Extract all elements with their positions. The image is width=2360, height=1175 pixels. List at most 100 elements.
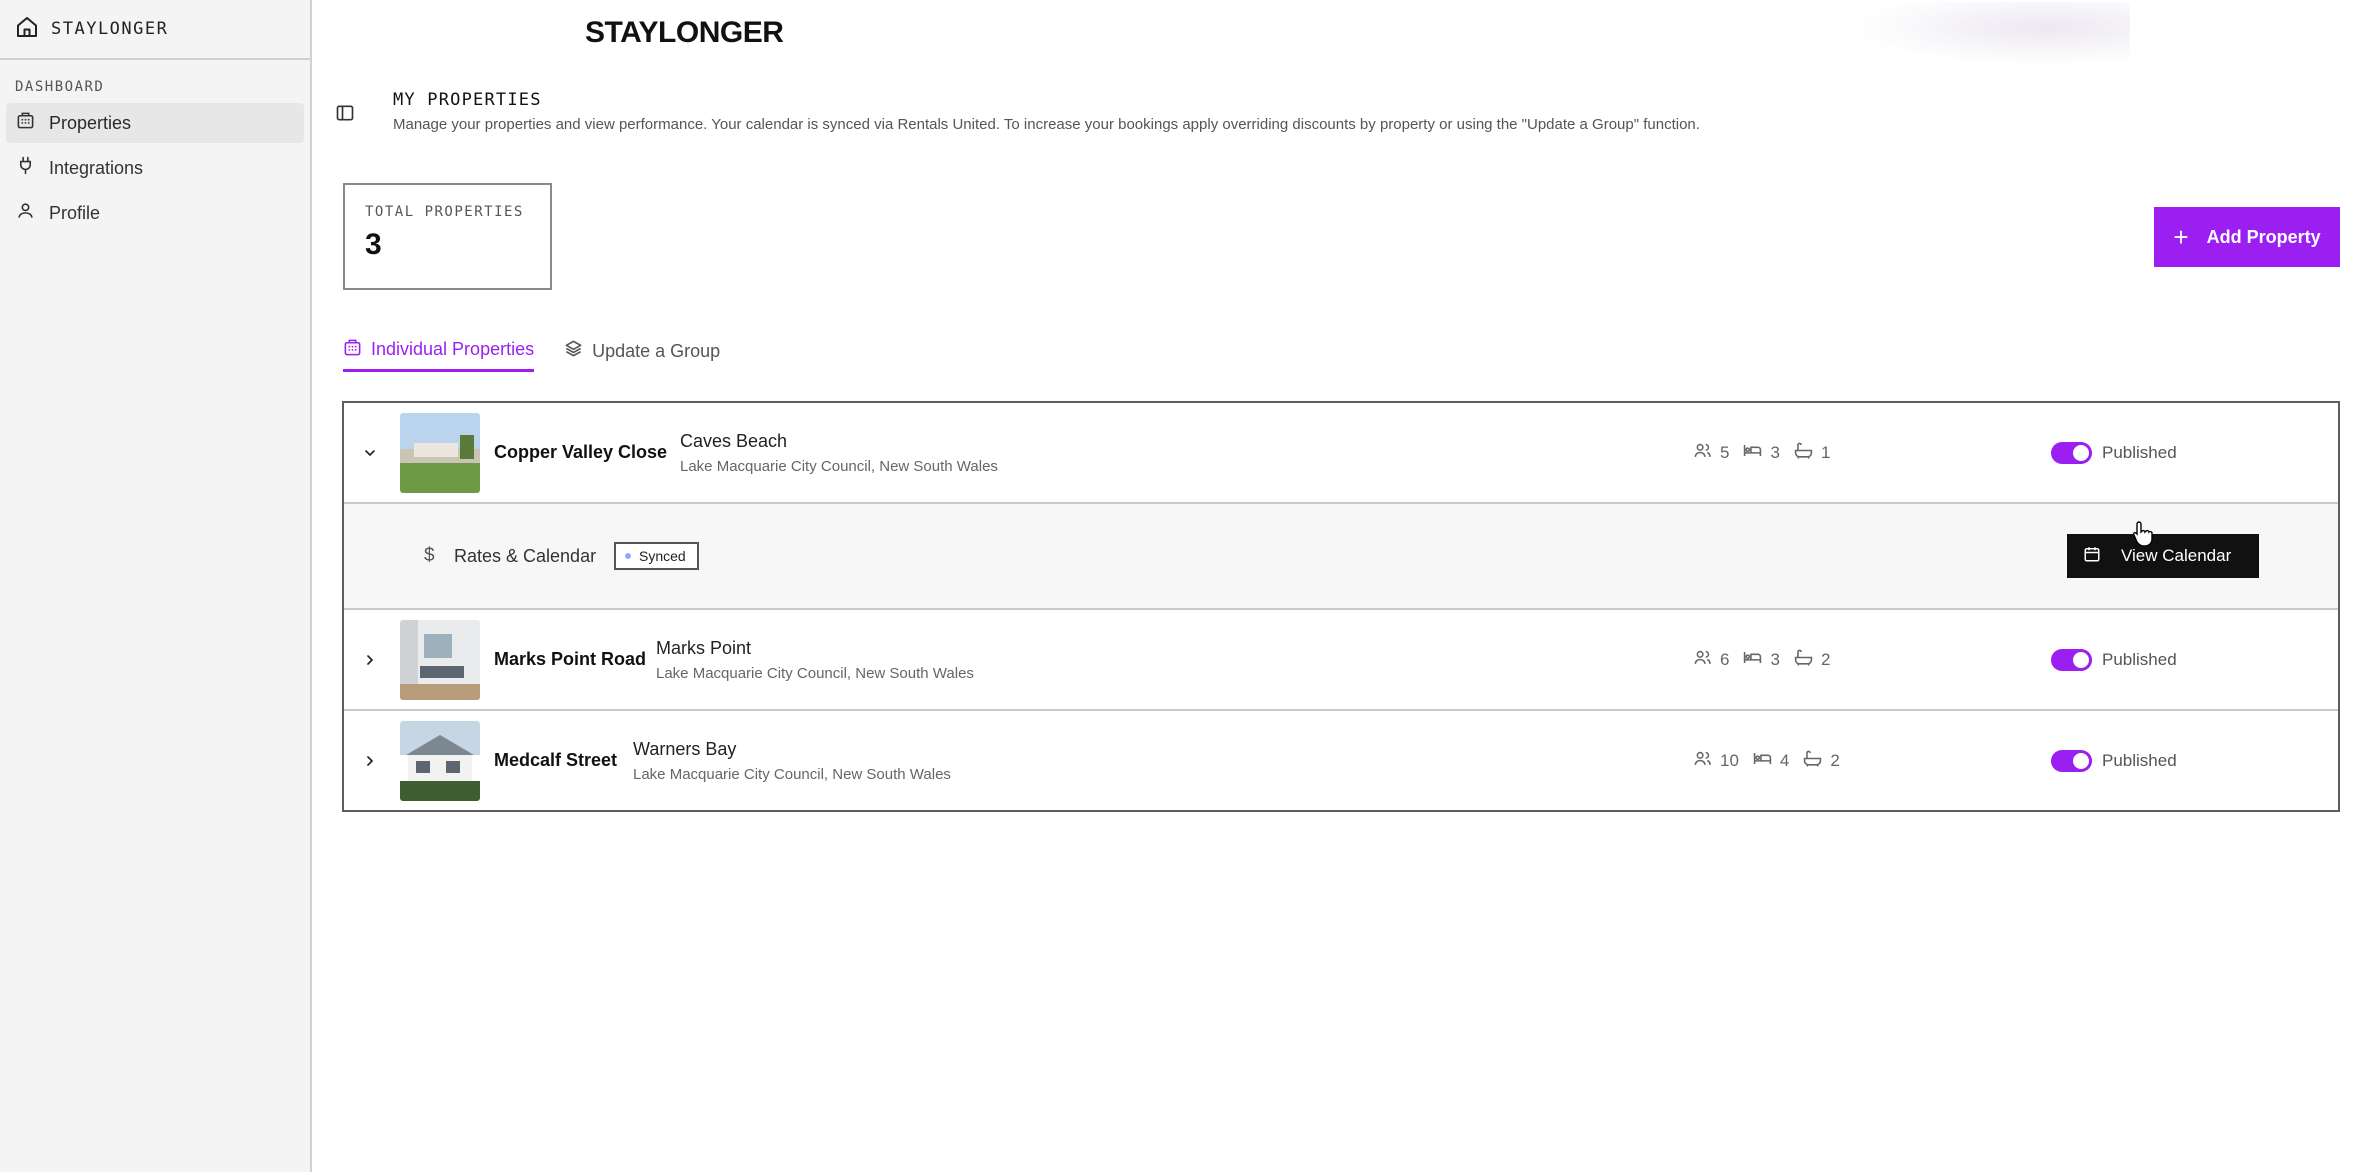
calendar-icon	[2083, 545, 2121, 568]
tab-label: Individual Properties	[371, 339, 535, 359]
sidebar-toggle-icon[interactable]	[335, 103, 355, 123]
users-icon	[1693, 441, 1720, 465]
tab-label: Update a Group	[592, 340, 721, 361]
chevron-right-icon[interactable]	[362, 753, 378, 769]
building-icon	[16, 111, 49, 135]
property-thumbnail	[400, 619, 480, 700]
page-title: MY PROPERTIES	[393, 90, 542, 110]
bath-icon	[1803, 749, 1830, 773]
view-calendar-label: View Calendar	[2121, 546, 2232, 565]
layers-icon	[564, 339, 592, 363]
beds-stat: 3	[1743, 441, 1780, 465]
user-icon	[16, 201, 49, 225]
beds-count: 3	[1770, 442, 1780, 462]
publish-toggle[interactable]	[2051, 648, 2092, 671]
property-location: Marks Point Lake Macquarie City Council,…	[656, 638, 974, 682]
property-location: Caves Beach Lake Macquarie City Council,…	[680, 431, 998, 475]
sidebar-item-label: Properties	[49, 112, 132, 133]
sidebar-item-properties[interactable]: Properties	[6, 103, 304, 143]
home-icon	[15, 15, 39, 44]
property-region: Lake Macquarie City Council, New South W…	[633, 766, 951, 783]
stat-label: TOTAL PROPERTIES	[365, 204, 524, 220]
guests-count: 10	[1720, 750, 1739, 770]
nav-heading: DASHBOARD	[15, 79, 105, 95]
brand-name: STAYLONGER	[51, 19, 169, 39]
sidebar-brand[interactable]: STAYLONGER	[0, 0, 310, 60]
header-user-area[interactable]	[1850, 2, 2130, 66]
tab-individual-properties[interactable]: Individual Properties	[343, 330, 535, 372]
property-stats: 6 3 2	[1693, 648, 1844, 672]
status-dot	[625, 553, 631, 559]
sidebar-nav: Properties Integrations Profile	[0, 103, 310, 233]
app-root: STAYLONGER DASHBOARD Properties Integrat…	[0, 0, 2360, 1175]
badge-label: Synced	[639, 548, 686, 564]
property-stats: 10 4 2	[1693, 749, 1854, 773]
sidebar-item-profile[interactable]: Profile	[6, 193, 304, 233]
baths-count: 2	[1820, 649, 1831, 669]
property-city: Marks Point	[656, 638, 752, 658]
beds-stat: 3	[1743, 648, 1780, 672]
beds-stat: 4	[1753, 749, 1789, 773]
guests-count: 5	[1720, 442, 1730, 462]
chevron-down-icon[interactable]	[362, 445, 378, 461]
chevron-right-icon[interactable]	[362, 652, 378, 668]
publish-toggle[interactable]	[2051, 749, 2092, 772]
table-row[interactable]: Medcalf Street Warners Bay Lake Macquari…	[344, 711, 2338, 810]
baths-stat: 1	[1794, 441, 1830, 465]
status-label: Published	[2102, 649, 2177, 669]
guests-stat: 10	[1693, 749, 1739, 773]
property-name[interactable]: Marks Point Road	[494, 649, 646, 670]
total-properties-card: TOTAL PROPERTIES 3	[343, 183, 552, 290]
property-region: Lake Macquarie City Council, New South W…	[656, 665, 974, 682]
plug-icon	[16, 156, 49, 180]
users-icon	[1693, 648, 1720, 672]
sidebar-item-integrations[interactable]: Integrations	[6, 148, 304, 188]
publish-toggle[interactable]	[2051, 441, 2092, 464]
table-row[interactable]: Marks Point Road Marks Point Lake Macqua…	[344, 610, 2338, 711]
bed-icon	[1753, 749, 1780, 773]
baths-stat: 2	[1803, 749, 1840, 773]
pointer-cursor-icon	[2132, 520, 2154, 547]
sidebar-item-label: Integrations	[49, 157, 144, 178]
guests-stat: 6	[1693, 648, 1729, 672]
tab-update-a-group[interactable]: Update a Group	[564, 330, 720, 372]
guests-stat: 5	[1693, 441, 1729, 465]
property-region: Lake Macquarie City Council, New South W…	[680, 458, 998, 475]
header-logo[interactable]: STAYLONGER	[585, 16, 784, 50]
baths-count: 2	[1830, 750, 1840, 770]
add-property-button[interactable]: + Add Property	[2154, 207, 2340, 267]
property-stats: 5 3 1	[1693, 441, 1844, 465]
property-city: Warners Bay	[633, 739, 737, 759]
baths-count: 1	[1820, 442, 1831, 462]
bed-icon	[1743, 441, 1770, 465]
guests-count: 6	[1720, 649, 1730, 669]
view-calendar-button[interactable]: View Calendar	[2067, 534, 2259, 578]
rates-calendar-panel: $ Rates & Calendar Synced View Calendar	[344, 504, 2338, 610]
rates-calendar-label: Rates & Calendar	[454, 545, 597, 566]
bath-icon	[1794, 648, 1821, 672]
add-property-label: Add Property	[2206, 226, 2321, 247]
page-description: Manage your properties and view performa…	[393, 116, 1700, 133]
plus-icon: +	[2173, 222, 2189, 252]
properties-table: Copper Valley Close Caves Beach Lake Mac…	[342, 401, 2340, 812]
status-label: Published	[2102, 442, 2177, 462]
table-row[interactable]: Copper Valley Close Caves Beach Lake Mac…	[344, 403, 2338, 504]
baths-stat: 2	[1794, 648, 1830, 672]
sidebar-item-label: Profile	[49, 202, 101, 223]
bed-icon	[1743, 648, 1770, 672]
property-location: Warners Bay Lake Macquarie City Council,…	[633, 739, 951, 783]
property-name[interactable]: Copper Valley Close	[494, 442, 667, 463]
property-name[interactable]: Medcalf Street	[494, 750, 617, 771]
property-thumbnail	[400, 412, 480, 493]
property-thumbnail	[400, 720, 480, 801]
status-label: Published	[2102, 750, 2177, 770]
bath-icon	[1794, 441, 1821, 465]
building-icon	[343, 338, 371, 362]
dollar-icon: $	[424, 545, 435, 566]
property-city: Caves Beach	[680, 431, 788, 451]
users-icon	[1693, 749, 1720, 773]
beds-count: 4	[1779, 750, 1790, 770]
stat-value: 3	[365, 228, 382, 261]
property-tabs: Individual Properties Update a Group	[343, 330, 750, 372]
synced-badge: Synced	[614, 542, 699, 570]
